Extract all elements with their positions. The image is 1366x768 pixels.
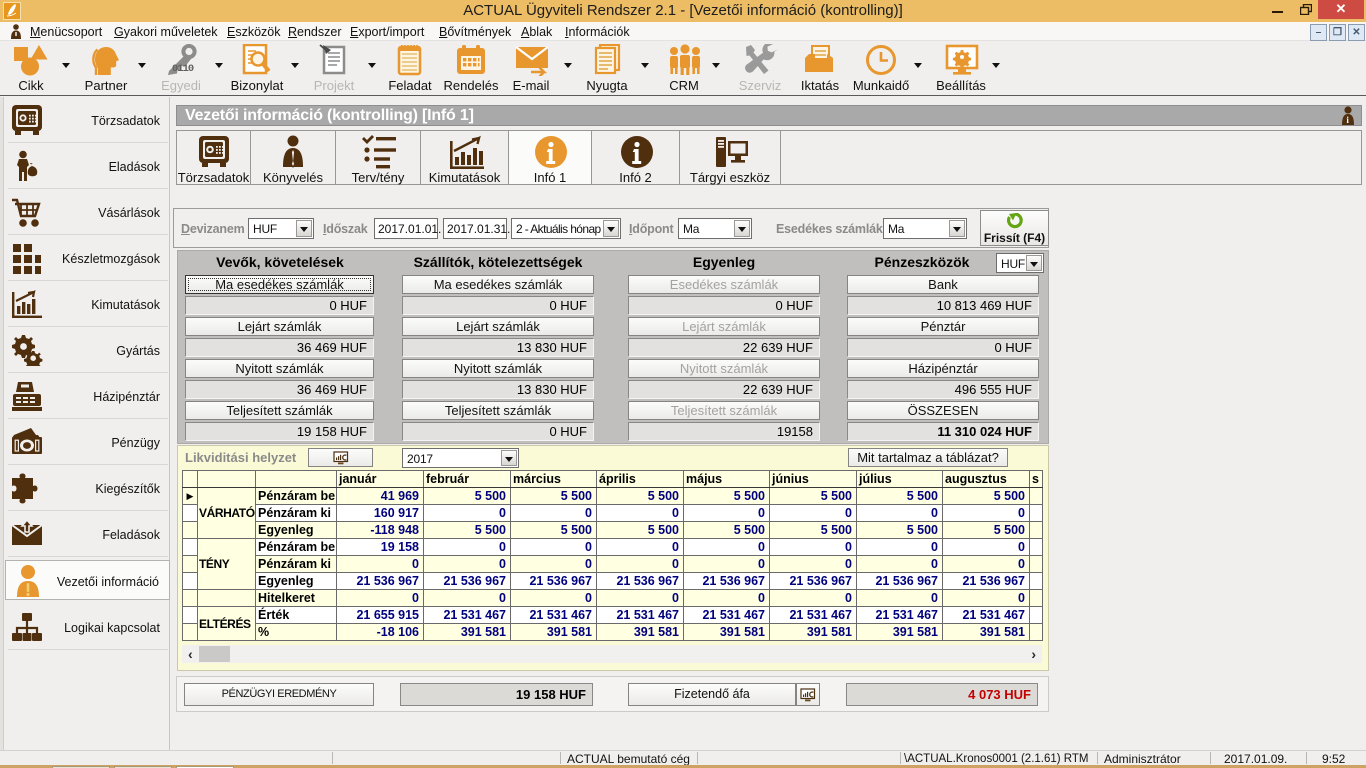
svg-text:0110: 0110	[172, 63, 194, 75]
